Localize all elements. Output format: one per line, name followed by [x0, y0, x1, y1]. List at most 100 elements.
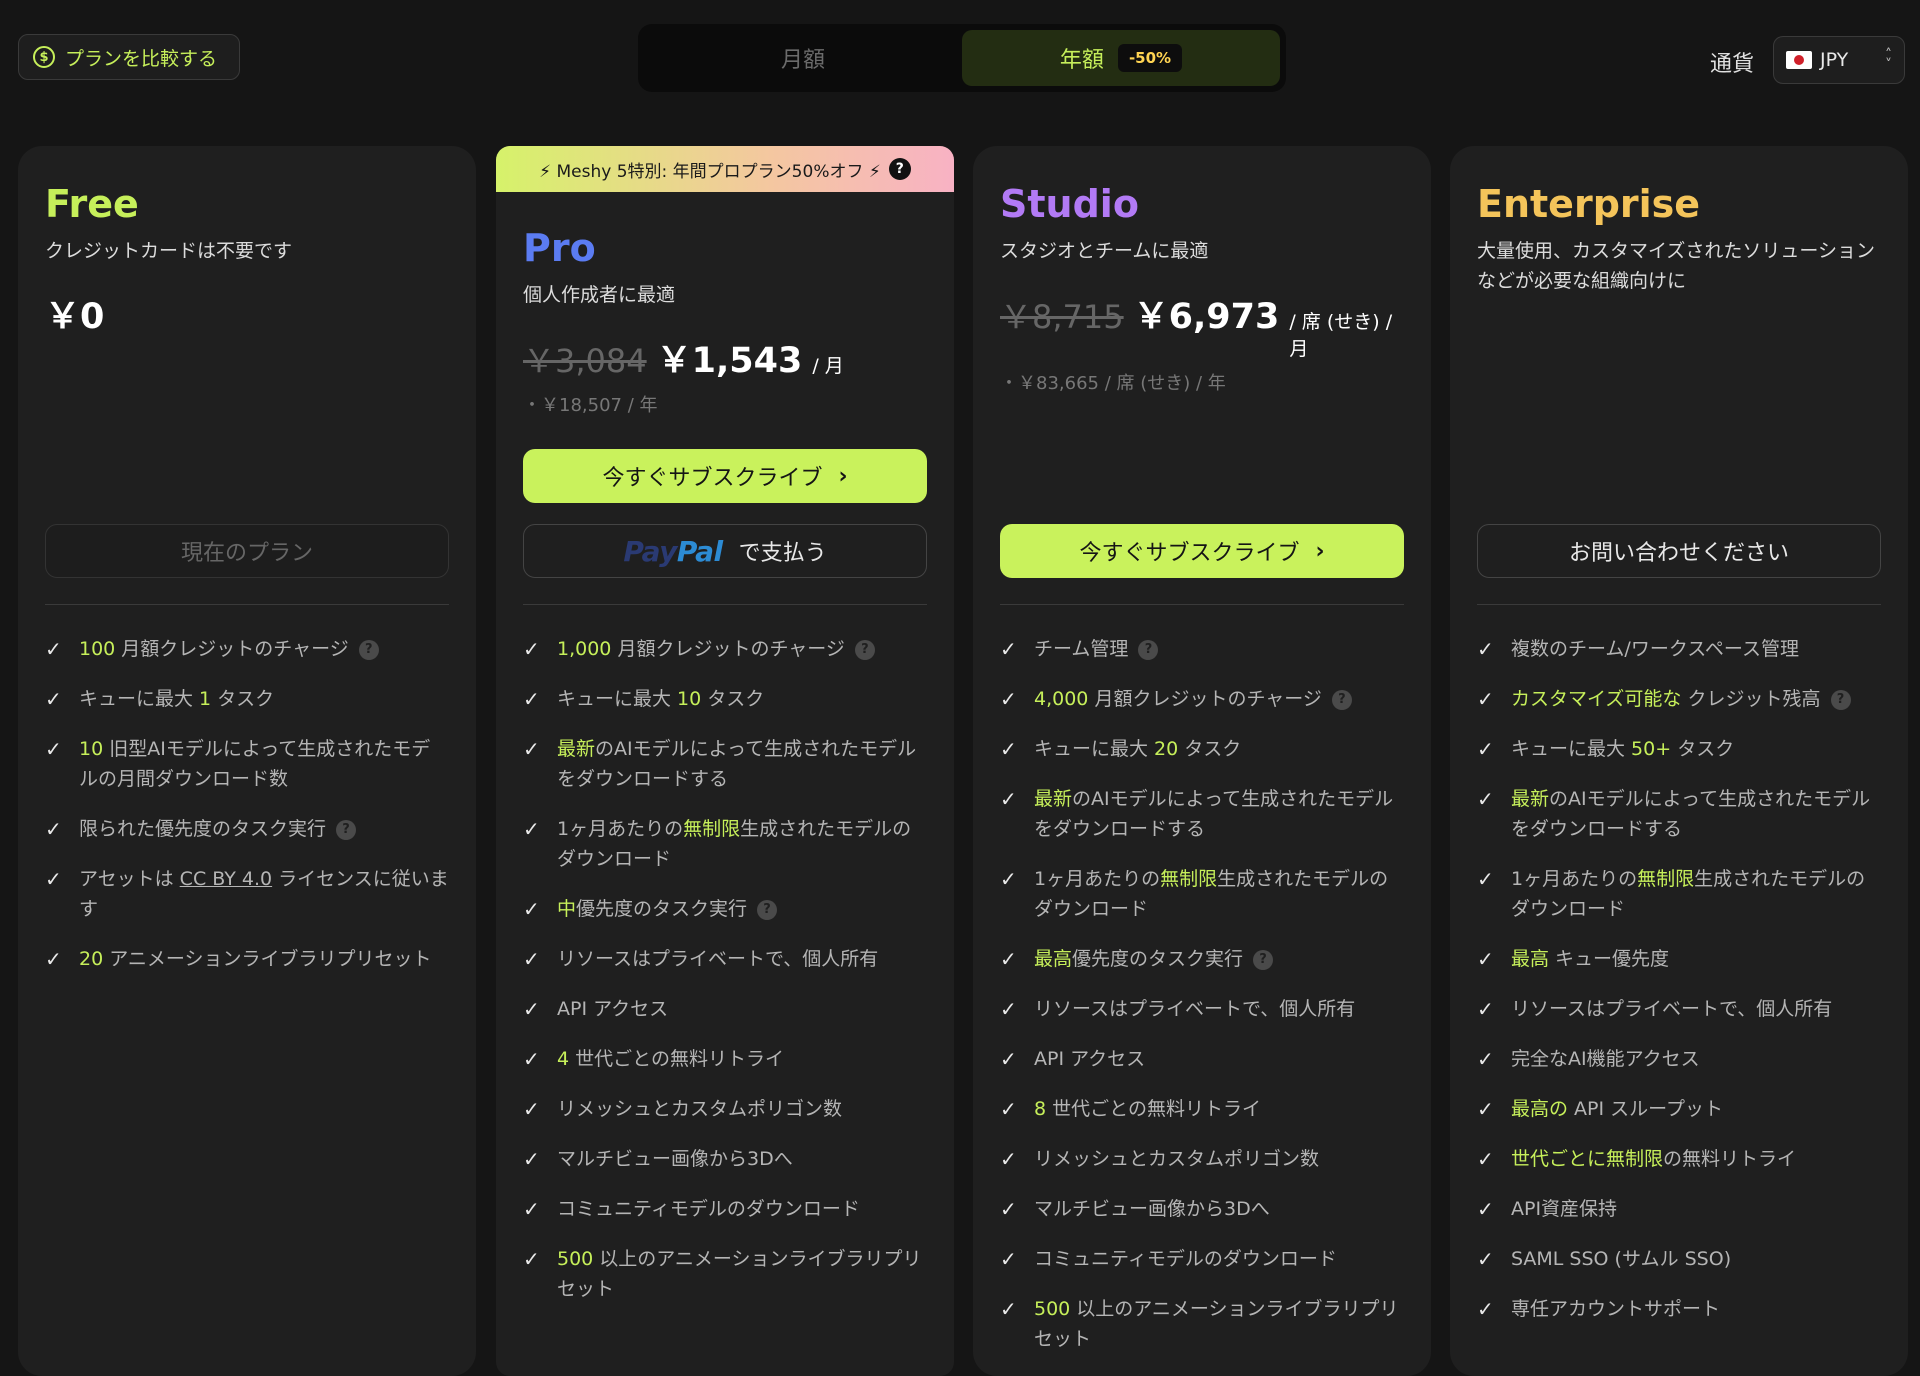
chevron-updown-icon: ˄ ˅ [1885, 47, 1892, 73]
chevron-right-icon: › [838, 463, 848, 489]
feature-text: リソースはプライベートで、個人所有 [557, 948, 879, 970]
check-icon: ✓ [1477, 997, 1494, 1021]
feature-item: ✓ 1ヶ月あたりの無制限生成されたモデルのダウンロード [1000, 864, 1404, 924]
feature-item: ✓ チーム管理 ? [1000, 634, 1404, 664]
subscribe-label: 今すぐサブスクライブ [602, 466, 823, 491]
feature-text: API資産保持 [1511, 1198, 1618, 1220]
plan-card-studio: Studio スタジオとチームに最適 ￥8,715 ￥6,973 / 席 (せき… [973, 146, 1431, 1376]
feature-text: 限られた優先度のタスク実行 ? [79, 814, 357, 844]
check-icon: ✓ [1477, 1047, 1494, 1071]
feature-item: ✓ 8 世代ごとの無料リトライ [1000, 1094, 1404, 1124]
feature-text: キューに最大 20 タスク [1034, 738, 1242, 760]
plan-description: クレジットカードは不要です [45, 240, 293, 262]
feature-item: ✓ マルチビュー画像から3Dへ [523, 1144, 927, 1174]
feature-text: 最高優先度のタスク実行 ? [1034, 944, 1274, 974]
price-unit: / 月 [812, 355, 844, 377]
paypal-button[interactable]: PayPal で支払う [523, 524, 927, 578]
feature-item: ✓ コミュニティモデルのダウンロード [523, 1194, 927, 1224]
feature-item: ✓ 4,000 月額クレジットのチャージ ? [1000, 684, 1404, 714]
feature-text: チーム管理 ? [1034, 634, 1159, 664]
help-icon[interactable]: ? [888, 158, 911, 180]
check-icon: ✓ [523, 1097, 540, 1121]
check-icon: ✓ [523, 1247, 540, 1271]
check-icon: ✓ [1000, 1197, 1017, 1221]
current-plan-button[interactable]: 現在のプラン [45, 524, 449, 578]
help-icon[interactable]: ? [854, 639, 875, 660]
feature-text: キューに最大 1 タスク [79, 688, 275, 710]
feature-item: ✓ 最高優先度のタスク実行 ? [1000, 944, 1404, 974]
feature-text: API アクセス [1034, 1048, 1146, 1070]
check-icon: ✓ [1000, 997, 1017, 1021]
feature-text: キューに最大 50+ タスク [1511, 738, 1735, 760]
contact-sales-button[interactable]: お問い合わせください [1477, 524, 1881, 578]
plan-name: Studio [1000, 182, 1139, 226]
billing-yearly-label: 年額 [1059, 48, 1104, 73]
check-icon: ✓ [523, 947, 540, 971]
feature-text: カスタマイズ可能な クレジット残高 ? [1511, 684, 1851, 714]
check-icon: ✓ [1477, 1147, 1494, 1171]
help-icon[interactable]: ? [358, 639, 379, 660]
feature-text: 最新のAIモデルによって生成されたモデルをダウンロードする [1034, 788, 1394, 840]
divider [1000, 604, 1404, 605]
price-annual: ・￥83,665 / 席 (せき) / 年 [1000, 373, 1226, 394]
check-icon: ✓ [1000, 1247, 1017, 1271]
feature-text: API アクセス [557, 998, 669, 1020]
check-icon: ✓ [1000, 1297, 1017, 1321]
feature-text: 最高 キュー優先度 [1511, 948, 1670, 970]
feature-item: ✓ キューに最大 20 タスク [1000, 734, 1404, 764]
promo-banner-text: ⚡ Meshy 5特別: 年間プロプラン50%オフ ⚡ [539, 161, 881, 182]
feature-text: 複数のチーム/ワークスペース管理 [1511, 638, 1799, 660]
check-icon: ✓ [523, 1147, 540, 1171]
feature-item: ✓ リソースはプライベートで、個人所有 [1477, 994, 1881, 1024]
check-icon: ✓ [1477, 737, 1494, 761]
check-icon: ✓ [1477, 1097, 1494, 1121]
feature-item: ✓ 最新のAIモデルによって生成されたモデルをダウンロードする [1477, 784, 1881, 844]
billing-yearly-option[interactable]: 年額 -50% [962, 30, 1280, 86]
chevron-right-icon: › [1315, 538, 1325, 564]
feature-item: ✓ リソースはプライベートで、個人所有 [523, 944, 927, 974]
feature-item: ✓ アセットは CC BY 4.0 ライセンスに従います [45, 864, 449, 924]
divider [45, 604, 449, 605]
check-icon: ✓ [1477, 1297, 1494, 1321]
check-icon: ✓ [1000, 947, 1017, 971]
plan-card-pro: ⚡ Meshy 5特別: 年間プロプラン50%オフ ⚡ ? Pro 個人作成者に… [496, 146, 954, 1376]
plan-card-free: Free クレジットカードは不要です ￥0 現在のプラン ✓ 100 月額クレジッ… [18, 146, 476, 1376]
feature-item: ✓ API アクセス [1000, 1044, 1404, 1074]
feature-list: ✓ チーム管理 ? ✓ 4,000 月額クレジットのチャージ ? ✓ キューに最大 20 … [1000, 634, 1404, 1374]
feature-text: 4 世代ごとの無料リトライ [557, 1048, 784, 1070]
compare-plans-button[interactable]: $ プランを比較する [18, 34, 240, 80]
feature-item: ✓ キューに最大 50+ タスク [1477, 734, 1881, 764]
help-icon[interactable]: ? [1138, 639, 1159, 660]
price-unit: / 席 (せき) / 月 [1289, 311, 1393, 360]
feature-text: 最新のAIモデルによって生成されたモデルをダウンロードする [1511, 788, 1871, 840]
feature-item: ✓ 完全なAI機能アクセス [1477, 1044, 1881, 1074]
feature-text: マルチビュー画像から3Dへ [557, 1148, 793, 1170]
feature-text: 1ヶ月あたりの無制限生成されたモデルのダウンロード [1511, 868, 1866, 920]
subscribe-button[interactable]: 今すぐサブスクライブ › [1000, 524, 1404, 578]
plan-description: 大量使用、カスタマイズされたソリューションなどが必要な組織向けに [1477, 240, 1876, 292]
help-icon[interactable]: ? [336, 819, 357, 840]
billing-monthly-option[interactable]: 月額 [644, 30, 962, 86]
feature-text: アセットは CC BY 4.0 ライセンスに従います [79, 868, 449, 920]
currency-label: 通貨 [1710, 52, 1755, 77]
feature-item: ✓ 1ヶ月あたりの無制限生成されたモデルのダウンロード [1477, 864, 1881, 924]
feature-item: ✓ 500 以上のアニメーションライブラリプリセット [523, 1244, 927, 1304]
price-row: ￥0 [45, 288, 449, 339]
help-icon[interactable]: ? [757, 899, 778, 920]
feature-text: コミュニティモデルのダウンロード [1034, 1248, 1337, 1270]
check-icon: ✓ [523, 817, 540, 841]
help-icon[interactable]: ? [1331, 689, 1352, 710]
feature-text: 1ヶ月あたりの無制限生成されたモデルのダウンロード [1034, 868, 1389, 920]
plan-description: スタジオとチームに最適 [1000, 240, 1209, 262]
feature-item: ✓ 限られた優先度のタスク実行 ? [45, 814, 449, 844]
feature-list: ✓ 複数のチーム/ワークスペース管理 ✓ カスタマイズ可能な クレジット残高 ? ✓ キュ… [1477, 634, 1881, 1344]
feature-item: ✓ 専任アカウントサポート [1477, 1294, 1881, 1324]
help-icon[interactable]: ? [1830, 689, 1851, 710]
feature-item: ✓ SAML SSO (サムル SSO) [1477, 1244, 1881, 1274]
currency-select[interactable]: JPY ˄ ˅ [1773, 36, 1905, 84]
check-icon: ✓ [523, 997, 540, 1021]
feature-list: ✓ 1,000 月額クレジットのチャージ ? ✓ キューに最大 10 タスク ✓ 最新のA… [523, 634, 927, 1324]
help-icon[interactable]: ? [1253, 949, 1274, 970]
subscribe-button[interactable]: 今すぐサブスクライブ › [523, 449, 927, 503]
currency-value: JPY [1820, 49, 1849, 71]
